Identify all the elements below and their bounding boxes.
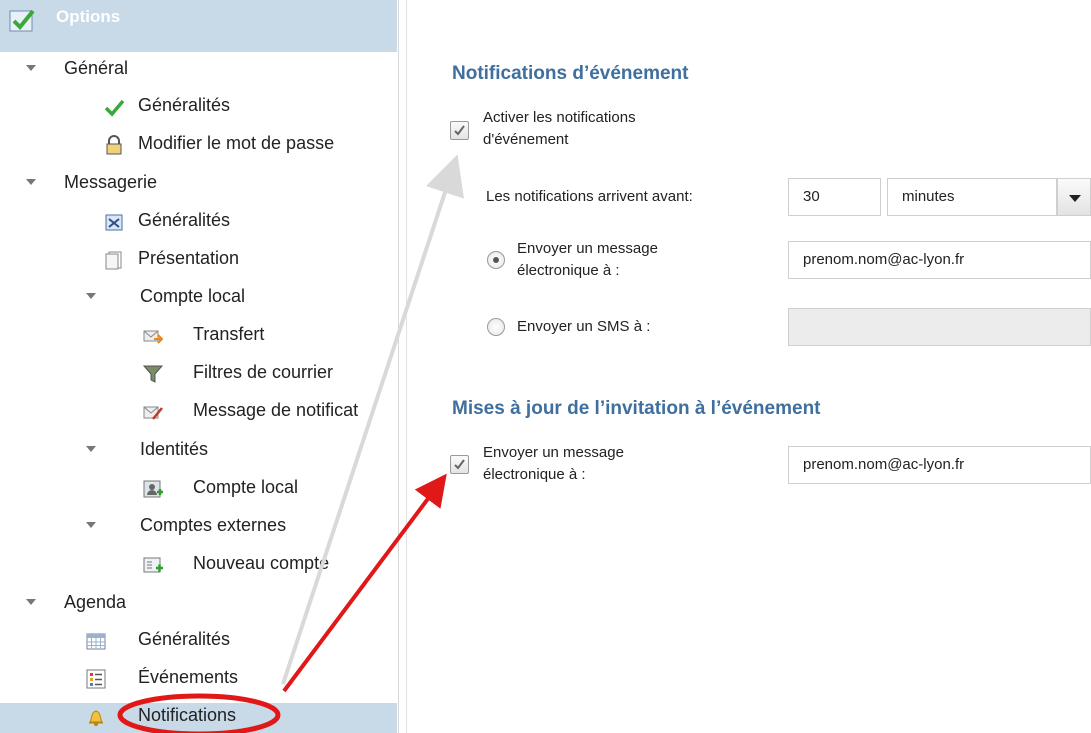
tree-item-label: Nouveau compte	[193, 553, 330, 573]
collapse-arrow-icon[interactable]	[86, 522, 96, 528]
enable-notifications-checkbox[interactable]	[450, 121, 469, 140]
tree-item-label: Généralités	[138, 95, 231, 115]
arrive-before-label: Les notifications arrivent avant:	[486, 188, 693, 205]
tree-item-label: Modifier le mot de passe	[138, 133, 335, 153]
options-check-icon	[9, 9, 35, 32]
collapse-arrow-icon[interactable]	[26, 65, 36, 71]
tree-identites[interactable]: Identités	[0, 439, 397, 467]
tree-messagerie[interactable]: Messagerie	[0, 172, 397, 200]
tree-evenements[interactable]: Événements	[0, 667, 397, 695]
options-sidebar: Options Général Généralités Modifier le …	[0, 0, 397, 733]
tree-messagerie-label: Messagerie	[64, 172, 158, 192]
tree-item-label: Événements	[138, 667, 239, 687]
tree-item-label: Filtres de courrier	[193, 362, 334, 382]
tree-agenda-label: Agenda	[64, 592, 127, 612]
checkmark-icon	[454, 125, 465, 136]
tree-item-label: Compte local	[193, 477, 299, 497]
tree-messagerie-presentation[interactable]: Présentation	[0, 248, 397, 276]
filter-funnel-icon	[143, 365, 163, 383]
tree-item-label: Présentation	[138, 248, 240, 268]
tree-comptes-externes-label: Comptes externes	[140, 515, 287, 535]
tree-identites-compte-local[interactable]: Compte local	[0, 477, 397, 505]
mail-settings-icon	[105, 214, 123, 231]
lock-icon	[106, 135, 122, 155]
unit-dropdown-button[interactable]	[1057, 178, 1091, 216]
tree-item-label: Généralités	[138, 210, 231, 230]
tree-message-notification[interactable]: Message de notificat	[0, 400, 397, 428]
green-check-icon	[104, 99, 124, 117]
enable-notifications-label: Activer les notifications d'événement	[483, 107, 636, 151]
tree-general[interactable]: Général	[0, 58, 397, 86]
tree-item-label: Message de notificat	[193, 400, 359, 420]
tree-messagerie-generalites[interactable]: Généralités	[0, 210, 397, 238]
label-line: d'événement	[483, 131, 569, 148]
email-radio[interactable]	[487, 251, 505, 269]
email-input[interactable]: prenom.nom@ac-lyon.fr	[788, 241, 1091, 279]
tree-general-generalites[interactable]: Généralités	[0, 95, 397, 123]
forward-mail-icon	[143, 330, 163, 344]
invitation-email-label: Envoyer un message électronique à :	[483, 442, 624, 486]
tree-item-label: Transfert	[193, 324, 265, 344]
sms-radio[interactable]	[487, 318, 505, 336]
new-account-icon	[143, 557, 163, 573]
page-icon	[105, 251, 122, 270]
collapse-arrow-icon[interactable]	[86, 293, 96, 299]
tree-nouveau-compte[interactable]: Nouveau compte	[0, 553, 397, 581]
invitation-email-input[interactable]: prenom.nom@ac-lyon.fr	[788, 446, 1091, 484]
sms-radio-label: Envoyer un SMS à :	[517, 318, 651, 335]
tree-identites-label: Identités	[140, 439, 209, 459]
user-card-icon	[143, 480, 163, 498]
tree-filtres[interactable]: Filtres de courrier	[0, 362, 397, 390]
sms-input[interactable]	[788, 308, 1091, 346]
section-title-invitation-updates: Mises à jour de l’invitation à l’événeme…	[452, 398, 821, 419]
event-list-icon	[86, 669, 106, 689]
tree-agenda[interactable]: Agenda	[0, 592, 397, 620]
sidebar-header: Options	[0, 0, 397, 52]
pane-divider-line	[406, 0, 407, 733]
label-line: Envoyer un message	[517, 240, 658, 257]
tree-agenda-generalites[interactable]: Généralités	[0, 629, 397, 657]
label-line: électronique à :	[517, 262, 620, 279]
tree-general-password[interactable]: Modifier le mot de passe	[0, 133, 397, 161]
pane-divider[interactable]	[398, 0, 399, 733]
tree-notifications[interactable]: Notifications	[0, 705, 397, 733]
label-line: électronique à :	[483, 466, 586, 483]
calendar-icon	[86, 633, 106, 650]
unit-select[interactable]: minutes	[887, 178, 1057, 216]
tree-general-label: Général	[64, 58, 129, 78]
tree-compte-local-label: Compte local	[140, 286, 246, 306]
collapse-arrow-icon[interactable]	[26, 179, 36, 185]
label-line: Envoyer un message	[483, 444, 624, 461]
tree-item-label: Généralités	[138, 629, 231, 649]
arrive-before-input[interactable]: 30	[788, 178, 881, 216]
invitation-email-checkbox[interactable]	[450, 455, 469, 474]
collapse-arrow-icon[interactable]	[86, 446, 96, 452]
tree-item-label: Notifications	[138, 705, 237, 725]
sidebar-title: Options	[56, 7, 121, 26]
collapse-arrow-icon[interactable]	[26, 599, 36, 605]
tree-transfert[interactable]: Transfert	[0, 324, 397, 352]
chevron-down-icon	[1069, 195, 1081, 202]
label-line: Activer les notifications	[483, 109, 636, 126]
edit-mail-icon	[143, 406, 163, 420]
email-radio-label: Envoyer un message électronique à :	[517, 238, 658, 282]
checkmark-icon	[454, 459, 465, 470]
tree-compte-local[interactable]: Compte local	[0, 286, 397, 314]
section-title-event-notifications: Notifications d’événement	[452, 63, 689, 84]
radio-selected-dot	[493, 257, 499, 263]
tree-comptes-externes[interactable]: Comptes externes	[0, 515, 397, 543]
bell-icon	[89, 710, 103, 726]
